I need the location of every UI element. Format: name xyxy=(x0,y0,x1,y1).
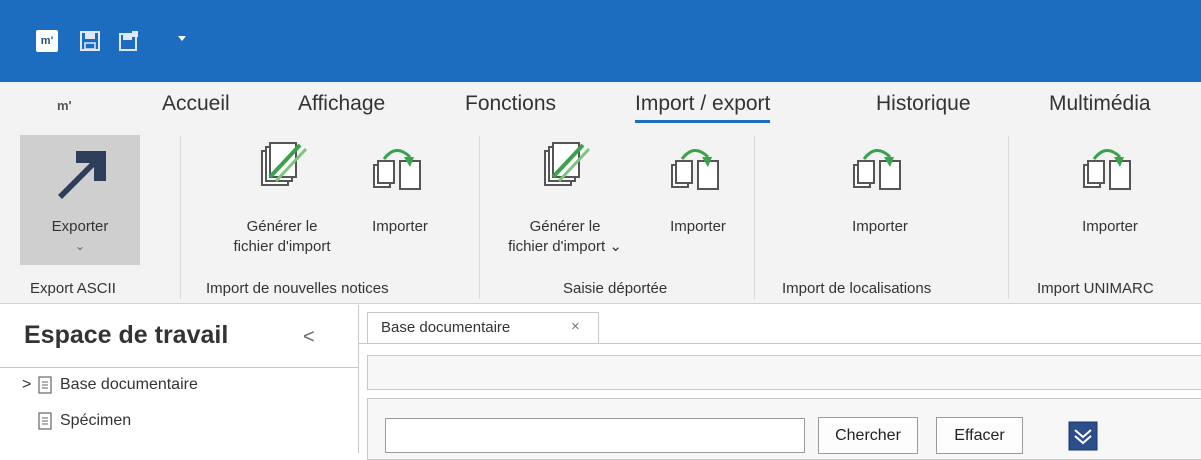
generate-label-line2: fichier d'import ⌄ xyxy=(508,238,622,255)
group-import-unimarc: Import UNIMARC xyxy=(1037,280,1154,297)
import-label: Importer xyxy=(1082,218,1138,235)
close-icon[interactable]: × xyxy=(571,318,580,335)
generate-label-line2: fichier d'import xyxy=(233,238,331,255)
document-icon xyxy=(38,412,52,430)
expand-arrow-icon[interactable]: > xyxy=(22,376,31,394)
toolbar-area xyxy=(367,355,1201,390)
collapse-panel-icon[interactable]: < xyxy=(303,326,315,349)
generate-import-file-button[interactable]: Générer le fichier d'import xyxy=(212,135,352,265)
import-label: Importer xyxy=(852,218,908,235)
group-saisie-deportee: Saisie déportée xyxy=(563,280,668,297)
import-label: Importer xyxy=(372,218,428,235)
import-icon xyxy=(373,149,421,190)
import-icon xyxy=(1083,149,1131,190)
doc-tab-label: Base documentaire xyxy=(381,319,511,336)
tab-historique[interactable]: Historique xyxy=(876,92,971,116)
workspace-title: Espace de travail xyxy=(24,321,229,349)
expand-options-icon[interactable] xyxy=(1068,421,1098,451)
generate-import-file-dropdown-button[interactable]: Générer le fichier d'import ⌄ xyxy=(495,135,635,265)
tree-item-specimen[interactable]: Spécimen xyxy=(60,412,131,430)
generate-file-icon xyxy=(544,142,591,186)
panel-divider xyxy=(358,305,359,453)
tab-affichage[interactable]: Affichage xyxy=(298,92,385,116)
quick-access-dropdown-icon[interactable] xyxy=(178,36,186,41)
save-icon[interactable] xyxy=(79,30,101,52)
divider xyxy=(180,136,181,299)
import-label: Importer xyxy=(670,218,726,235)
import-button[interactable]: Importer xyxy=(355,135,445,265)
divider xyxy=(1008,136,1009,299)
tab-app-menu[interactable]: m' xyxy=(57,98,72,113)
tab-fonctions[interactable]: Fonctions xyxy=(465,92,556,116)
generate-file-icon xyxy=(261,142,308,186)
generate-label-line1: Générer le xyxy=(529,218,601,235)
title-bar: m' xyxy=(0,0,1201,82)
search-input[interactable] xyxy=(385,418,805,453)
tree-item-base-documentaire[interactable]: Base documentaire xyxy=(60,376,198,394)
divider xyxy=(479,136,480,299)
app-logo-icon[interactable]: m' xyxy=(36,30,58,52)
tab-accueil[interactable]: Accueil xyxy=(162,92,230,116)
export-button[interactable]: Exporter ⌄ xyxy=(20,135,140,265)
tab-base-documentaire[interactable]: Base documentaire × xyxy=(367,312,599,344)
clear-button[interactable]: Effacer xyxy=(936,417,1023,454)
workspace-tree: > Base documentaire Spécimen xyxy=(0,367,358,454)
import-icon xyxy=(671,149,719,190)
divider xyxy=(754,136,755,299)
import-localisations-button[interactable]: Importer xyxy=(835,135,925,265)
group-import-nouvelles-notices: Import de nouvelles notices xyxy=(206,280,389,297)
export-arrow-icon xyxy=(58,151,106,199)
export-label: Exporter xyxy=(51,218,109,235)
tab-import-export[interactable]: Import / export xyxy=(635,92,771,123)
tab-strip-line xyxy=(358,343,1201,344)
group-import-localisations: Import de localisations xyxy=(782,280,932,297)
import-button[interactable]: Importer xyxy=(653,135,743,265)
chevron-down-icon: ⌄ xyxy=(74,239,86,253)
generate-label-line1: Générer le xyxy=(246,218,318,235)
search-button[interactable]: Chercher xyxy=(818,417,918,454)
ribbon-body: Exporter ⌄ Export ASCII Générer le fichi… xyxy=(0,130,1201,304)
save-close-icon[interactable] xyxy=(118,30,140,52)
tab-multimedia[interactable]: Multimédia xyxy=(1049,92,1151,116)
import-icon xyxy=(853,149,901,190)
ribbon-tabs: m' Accueil Affichage Fonctions Import / … xyxy=(0,82,1201,130)
import-unimarc-button[interactable]: Importer xyxy=(1065,135,1155,265)
group-export-ascii: Export ASCII xyxy=(30,280,116,297)
document-icon xyxy=(38,376,52,394)
